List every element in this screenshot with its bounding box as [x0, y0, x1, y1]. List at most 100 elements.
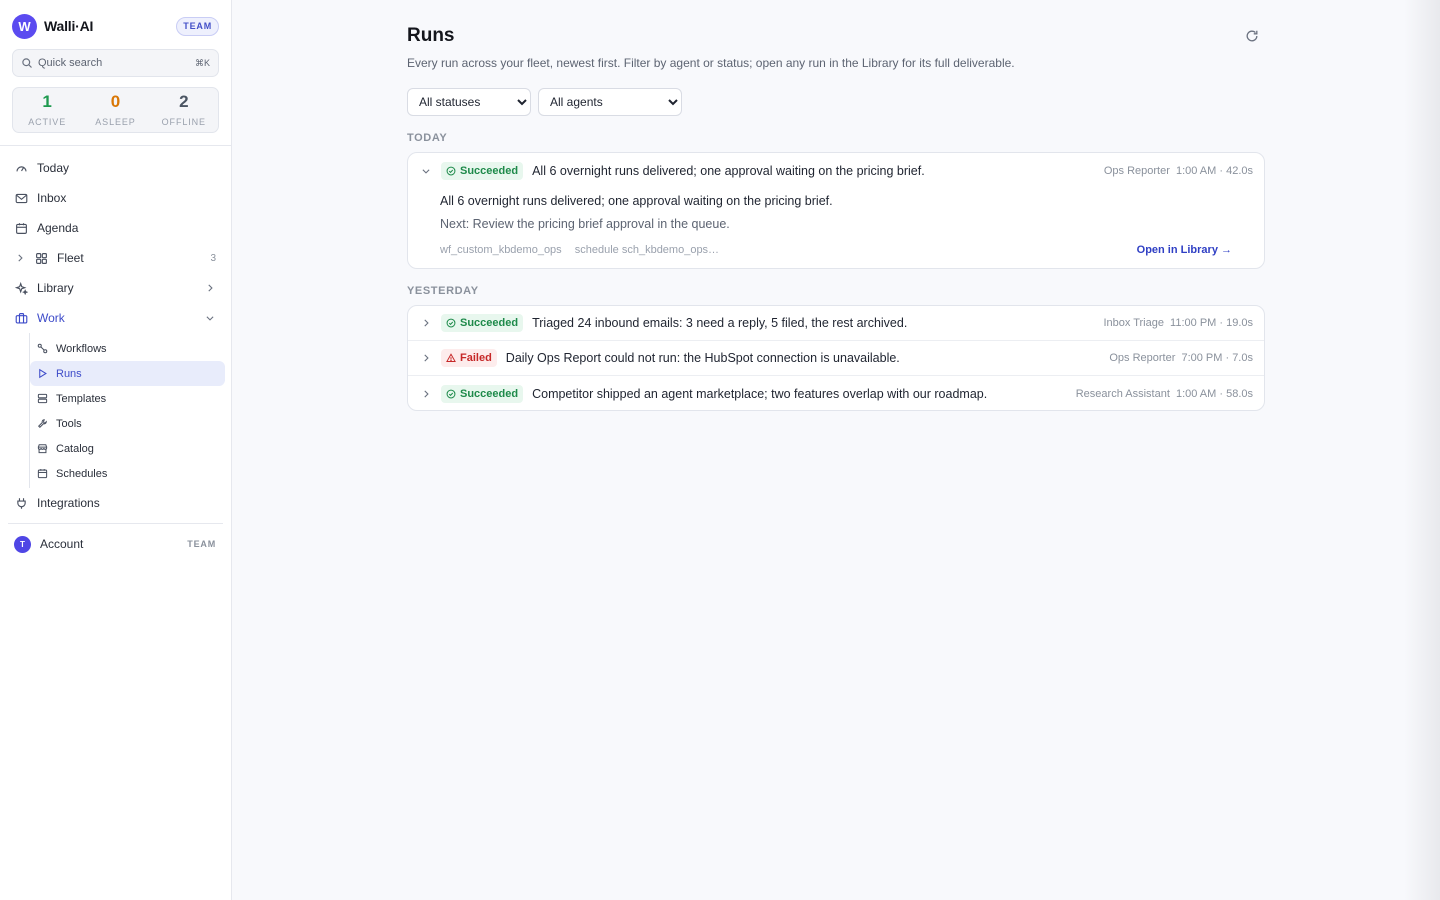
run-agent: Ops Reporter [1109, 352, 1176, 364]
group-label-today: TODAY [407, 132, 448, 144]
agent-filter[interactable]: All agents [538, 88, 682, 116]
run-detail-summary: All 6 overnight runs delivered; one appr… [440, 194, 833, 208]
gauge-icon [16, 165, 27, 171]
wrench-icon [37, 419, 47, 429]
sidebar-item-label: Runs [56, 367, 82, 380]
chevron-right-icon[interactable] [205, 283, 215, 293]
run-agent: Ops Reporter [1103, 164, 1170, 177]
work-subnav: Workflows Runs Templates Tools Catalog S… [29, 333, 231, 488]
sidebar-item-label: Library [37, 281, 74, 295]
sidebar-item-today[interactable]: Today [0, 153, 231, 183]
sidebar-item-work[interactable]: Work [0, 303, 231, 333]
avatar: T [14, 535, 31, 553]
calendar-icon [16, 222, 27, 234]
run-summary: Daily Ops Report could not run: the HubS… [505, 351, 900, 365]
sidebar-item-label: Workflows [56, 342, 107, 355]
sidebar-item-library[interactable]: Library [0, 273, 231, 303]
calendar-icon [37, 469, 48, 479]
brand-logo[interactable]: W [12, 13, 37, 39]
sidebar-item-inbox[interactable]: Inbox [0, 183, 231, 213]
plug-icon [17, 497, 26, 509]
sidebar-item-label: Schedules [56, 467, 108, 480]
store-icon [37, 444, 48, 454]
template-icon [37, 393, 48, 404]
run-row[interactable]: Failed Daily Ops Report could not run: t… [408, 341, 1264, 376]
stat-offline-value: 2 [179, 92, 189, 111]
sidebar-item-label: Tools [56, 417, 82, 430]
chevron-down-icon[interactable] [205, 313, 215, 323]
sidebar-item-integrations[interactable]: Integrations [0, 488, 231, 518]
sidebar-item-runs[interactable]: Runs [30, 361, 225, 386]
runs-card-today: Succeeded All 6 overnight runs delivered… [407, 152, 1265, 269]
chevron-right-icon[interactable] [15, 253, 25, 263]
run-row[interactable]: Succeeded Competitor shipped an agent ma… [408, 376, 1264, 410]
status-badge-label: Failed [460, 352, 492, 364]
sidebar-divider [0, 145, 231, 146]
stat-asleep[interactable]: 0 ASLEEP [81, 88, 149, 132]
stat-offline[interactable]: 2 OFFLINE [150, 88, 218, 132]
sidebar-item-fleet[interactable]: Fleet 3 [0, 243, 231, 273]
account-plan-tag: TEAM [187, 539, 216, 549]
stat-active[interactable]: 1 ACTIVE [13, 88, 81, 132]
page-title: Runs [407, 25, 455, 46]
check-circle-icon [446, 389, 456, 398]
stat-asleep-value: 0 [110, 92, 121, 111]
sidebar-item-label: Account [40, 537, 84, 551]
sidebar-item-tools[interactable]: Tools [30, 411, 225, 436]
status-badge: Succeeded [441, 384, 524, 403]
sidebar-item-label: Catalog [56, 442, 94, 455]
run-row[interactable]: Succeeded All 6 overnight runs delivered… [408, 153, 1264, 188]
schedule-id: schedule sch_kbdemo_ops… [574, 244, 720, 256]
chevron-right-icon[interactable] [421, 389, 431, 399]
run-meta: Inbox Triage 11:00 PM · 19.0s [1103, 317, 1253, 329]
sidebar-item-workflows[interactable]: Workflows [30, 336, 225, 361]
run-meta: Research Assistant 1:00 AM · 58.0s [1076, 388, 1253, 400]
chevron-down-icon[interactable] [421, 166, 431, 176]
check-circle-icon [446, 166, 456, 175]
brand-name: Walli·AI [44, 18, 94, 34]
sidebar-item-templates[interactable]: Templates [30, 386, 225, 411]
page-subtitle: Every run across your fleet, newest firs… [407, 56, 1015, 70]
run-row[interactable]: Succeeded Triaged 24 inbound emails: 3 n… [408, 306, 1264, 341]
stat-asleep-label: ASLEEP [95, 117, 136, 127]
warning-triangle-icon [446, 353, 456, 362]
sidebar-item-account[interactable]: T Account TEAM [0, 529, 231, 559]
search-shortcut: ⌘K [194, 57, 210, 68]
plan-badge: TEAM [176, 16, 219, 36]
sidebar-item-agenda[interactable]: Agenda [0, 213, 231, 243]
status-badge: Succeeded [441, 314, 524, 332]
grid-icon [36, 252, 47, 264]
run-time: 7:00 PM · 7.0s [1181, 352, 1253, 364]
run-summary: Competitor shipped an agent marketplace;… [532, 386, 988, 401]
status-badge-label: Succeeded [460, 164, 519, 177]
fleet-count: 3 [210, 252, 216, 264]
run-ids: wf_custom_kbdemo_ops schedule sch_kbdemo… [440, 244, 719, 256]
search-input[interactable] [38, 57, 178, 69]
run-time: 1:00 AM · 58.0s [1175, 387, 1253, 400]
sidebar-item-schedules[interactable]: Schedules [30, 461, 225, 486]
edge-shadow [1404, 0, 1440, 900]
workflow-id: wf_custom_kbdemo_ops [440, 244, 562, 256]
sidebar-item-label: Inbox [37, 191, 67, 205]
refresh-icon[interactable] [1245, 29, 1259, 43]
sidebar-item-catalog[interactable]: Catalog [30, 436, 225, 461]
check-circle-icon [446, 318, 456, 328]
chevron-right-icon[interactable] [421, 318, 431, 328]
sparkles-icon [15, 281, 28, 295]
stat-active-value: 1 [42, 92, 52, 111]
status-filter[interactable]: All statuses [407, 88, 531, 116]
status-badge: Succeeded [441, 161, 524, 180]
chevron-right-icon[interactable] [421, 353, 431, 363]
run-agent: Inbox Triage [1103, 317, 1164, 329]
sidebar-item-label: Agenda [37, 221, 79, 235]
nav-divider [8, 523, 223, 524]
quick-search[interactable]: ⌘K [12, 49, 219, 77]
fleet-stats: 1 ACTIVE 0 ASLEEP 2 OFFLINE [12, 87, 219, 133]
open-in-library-link[interactable]: Open in Library → [1137, 244, 1232, 256]
group-label-yesterday: YESTERDAY [407, 285, 479, 297]
briefcase-icon [15, 312, 28, 324]
run-time: 11:00 PM · 19.0s [1170, 317, 1253, 329]
workflow-icon [37, 343, 48, 354]
search-icon [22, 58, 32, 68]
sidebar-item-label: Fleet [57, 251, 84, 265]
